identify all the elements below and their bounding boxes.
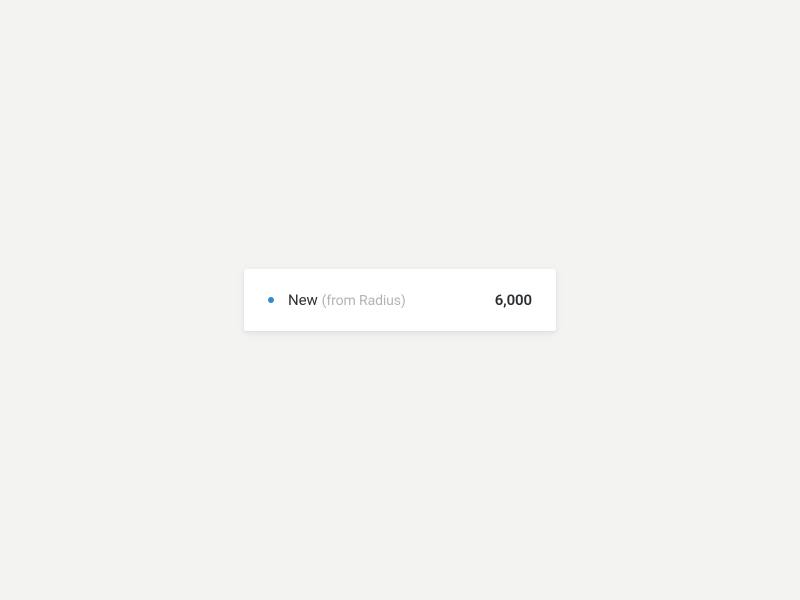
label-text-group: New (from Radius) [288, 291, 406, 309]
status-dot-icon [268, 297, 274, 303]
metric-value: 6,000 [495, 291, 532, 309]
metric-sub-label: (from Radius) [322, 293, 406, 309]
metric-card: New (from Radius) 6,000 [244, 269, 556, 331]
metric-label: New [288, 291, 318, 309]
metric-label-group: New (from Radius) [268, 291, 406, 309]
